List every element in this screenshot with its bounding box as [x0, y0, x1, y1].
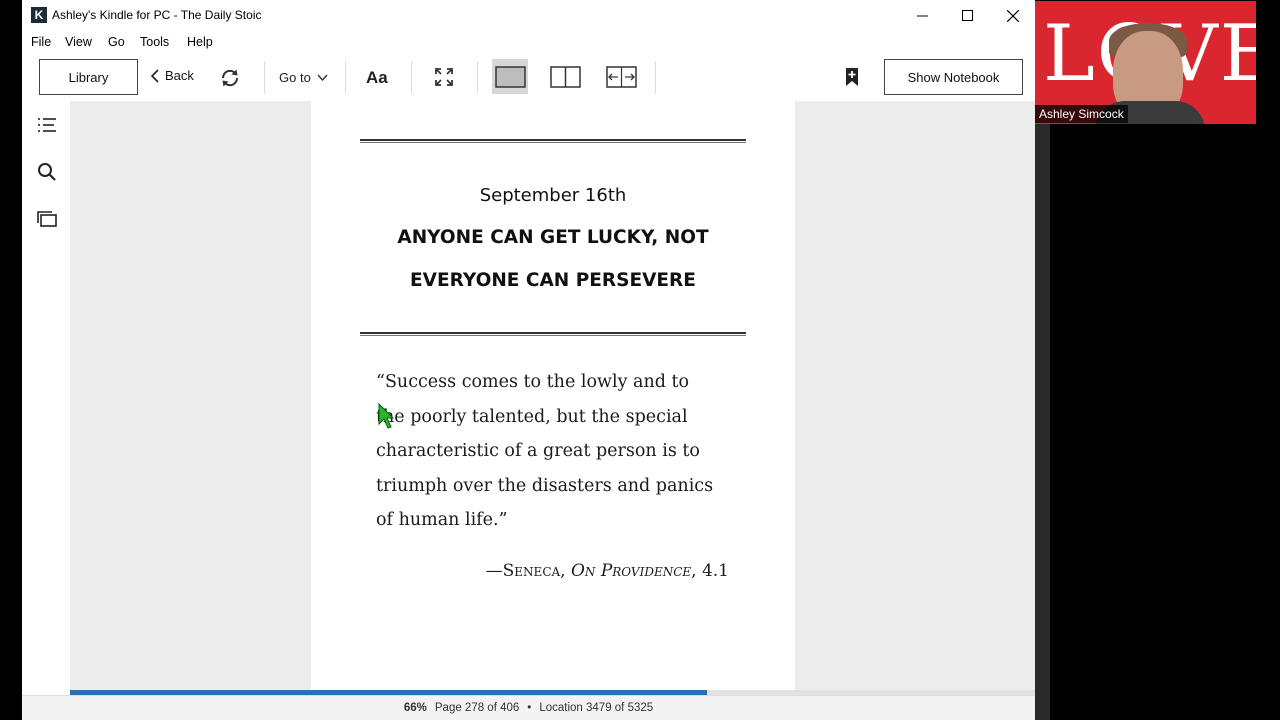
webcam-name-label: Ashley Simcock	[1035, 105, 1128, 123]
quote-line: “Success comes to the lowly and to	[376, 372, 690, 392]
toolbar-divider	[264, 61, 265, 94]
bottom-double-rule	[360, 332, 746, 336]
right-background-strip	[1035, 122, 1050, 720]
attribution-reference: , 4.1	[691, 561, 729, 581]
entry-date: September 16th	[479, 185, 627, 206]
attribution-work: On Providence	[570, 561, 692, 581]
webcam-overlay: LOVE Ashley Simcock	[1035, 1, 1256, 124]
maximize-icon	[962, 10, 973, 21]
window-title: Ashley's Kindle for PC - The Daily Stoic	[52, 8, 262, 22]
back-button[interactable]: Back	[150, 68, 194, 83]
menu-view[interactable]: View	[65, 35, 92, 49]
kindle-window: K Ashley's Kindle for PC - The Daily Sto…	[22, 0, 1035, 720]
table-of-contents-button[interactable]	[36, 114, 58, 136]
toolbar-divider	[655, 61, 656, 94]
toolbar: Library Back Go to Aa Show Notebook	[22, 56, 1035, 100]
back-label: Back	[165, 68, 194, 83]
single-column-view-button[interactable]	[492, 59, 528, 94]
fullscreen-icon	[435, 68, 453, 86]
sync-icon	[221, 69, 239, 87]
top-double-rule	[360, 139, 746, 143]
goto-button[interactable]: Go to	[279, 70, 328, 85]
menu-help[interactable]: Help	[187, 35, 213, 49]
fit-width-icon	[606, 66, 637, 88]
fullscreen-button[interactable]	[434, 67, 454, 87]
menu-file[interactable]: File	[31, 35, 51, 49]
status-bullet: •	[527, 702, 532, 714]
attribution-dash: —	[485, 561, 503, 581]
quote-line: characteristic of a great person is to	[376, 441, 700, 461]
status-percent: 66%	[403, 702, 427, 714]
title-bar: K Ashley's Kindle for PC - The Daily Sto…	[22, 0, 1035, 31]
chevron-down-icon	[317, 74, 328, 81]
quote-attribution: —Seneca, On Providence, 4.1	[311, 561, 729, 581]
fit-width-view-button[interactable]	[606, 66, 637, 88]
attribution-author: Seneca	[502, 561, 561, 581]
two-column-view-button[interactable]	[550, 66, 581, 88]
bookmark-plus-icon	[846, 68, 858, 86]
library-button[interactable]: Library	[39, 59, 138, 95]
table-of-contents-icon	[38, 118, 56, 132]
toolbar-divider	[345, 61, 346, 94]
bookmark-button[interactable]	[844, 67, 860, 87]
attribution-separator: ,	[560, 561, 571, 581]
quote-line: triumph over the disasters and panics	[376, 475, 714, 496]
cards-icon	[37, 211, 57, 227]
quote-line: of human life.”	[376, 510, 508, 530]
menu-go[interactable]: Go	[108, 35, 125, 49]
kindle-logo-icon: K	[31, 7, 47, 23]
toolbar-divider	[411, 61, 412, 94]
status-bar: 66% Page 278 of 406 • Location 3479 of 5…	[22, 695, 1035, 720]
close-button[interactable]	[990, 0, 1035, 31]
minimize-button[interactable]	[900, 0, 945, 31]
maximize-button[interactable]	[945, 0, 990, 31]
mouse-cursor-icon	[378, 403, 394, 429]
two-column-icon	[550, 66, 581, 88]
minimize-icon	[917, 15, 928, 17]
status-page: Page 278 of 406	[434, 702, 520, 714]
toolbar-divider	[477, 61, 478, 94]
flashcards-button[interactable]	[36, 209, 58, 231]
menu-bar: File View Go Tools Help	[22, 33, 1035, 53]
menu-tools[interactable]: Tools	[140, 35, 169, 49]
single-column-icon	[494, 65, 526, 88]
left-sidebar	[22, 101, 70, 691]
show-notebook-button[interactable]: Show Notebook	[884, 59, 1023, 95]
entry-heading-line-2: EVERYONE CAN PERSEVERE	[410, 270, 696, 291]
goto-label: Go to	[279, 70, 311, 85]
book-page[interactable]: September 16th ANYONE CAN GET LUCKY, NOT…	[311, 101, 795, 690]
font-settings-button[interactable]: Aa	[366, 68, 388, 88]
quote-line: the poorly talented, but the special	[376, 406, 688, 427]
sync-button[interactable]	[219, 67, 241, 89]
search-button[interactable]	[36, 161, 58, 183]
quote-text: “Success comes to the lowly and to the p…	[376, 365, 746, 538]
status-location: Location 3479 of 5325	[539, 702, 654, 714]
entry-heading-line-1: ANYONE CAN GET LUCKY, NOT	[397, 227, 709, 248]
search-icon	[38, 163, 56, 181]
chevron-left-icon	[150, 68, 159, 83]
close-icon	[1006, 9, 1019, 22]
